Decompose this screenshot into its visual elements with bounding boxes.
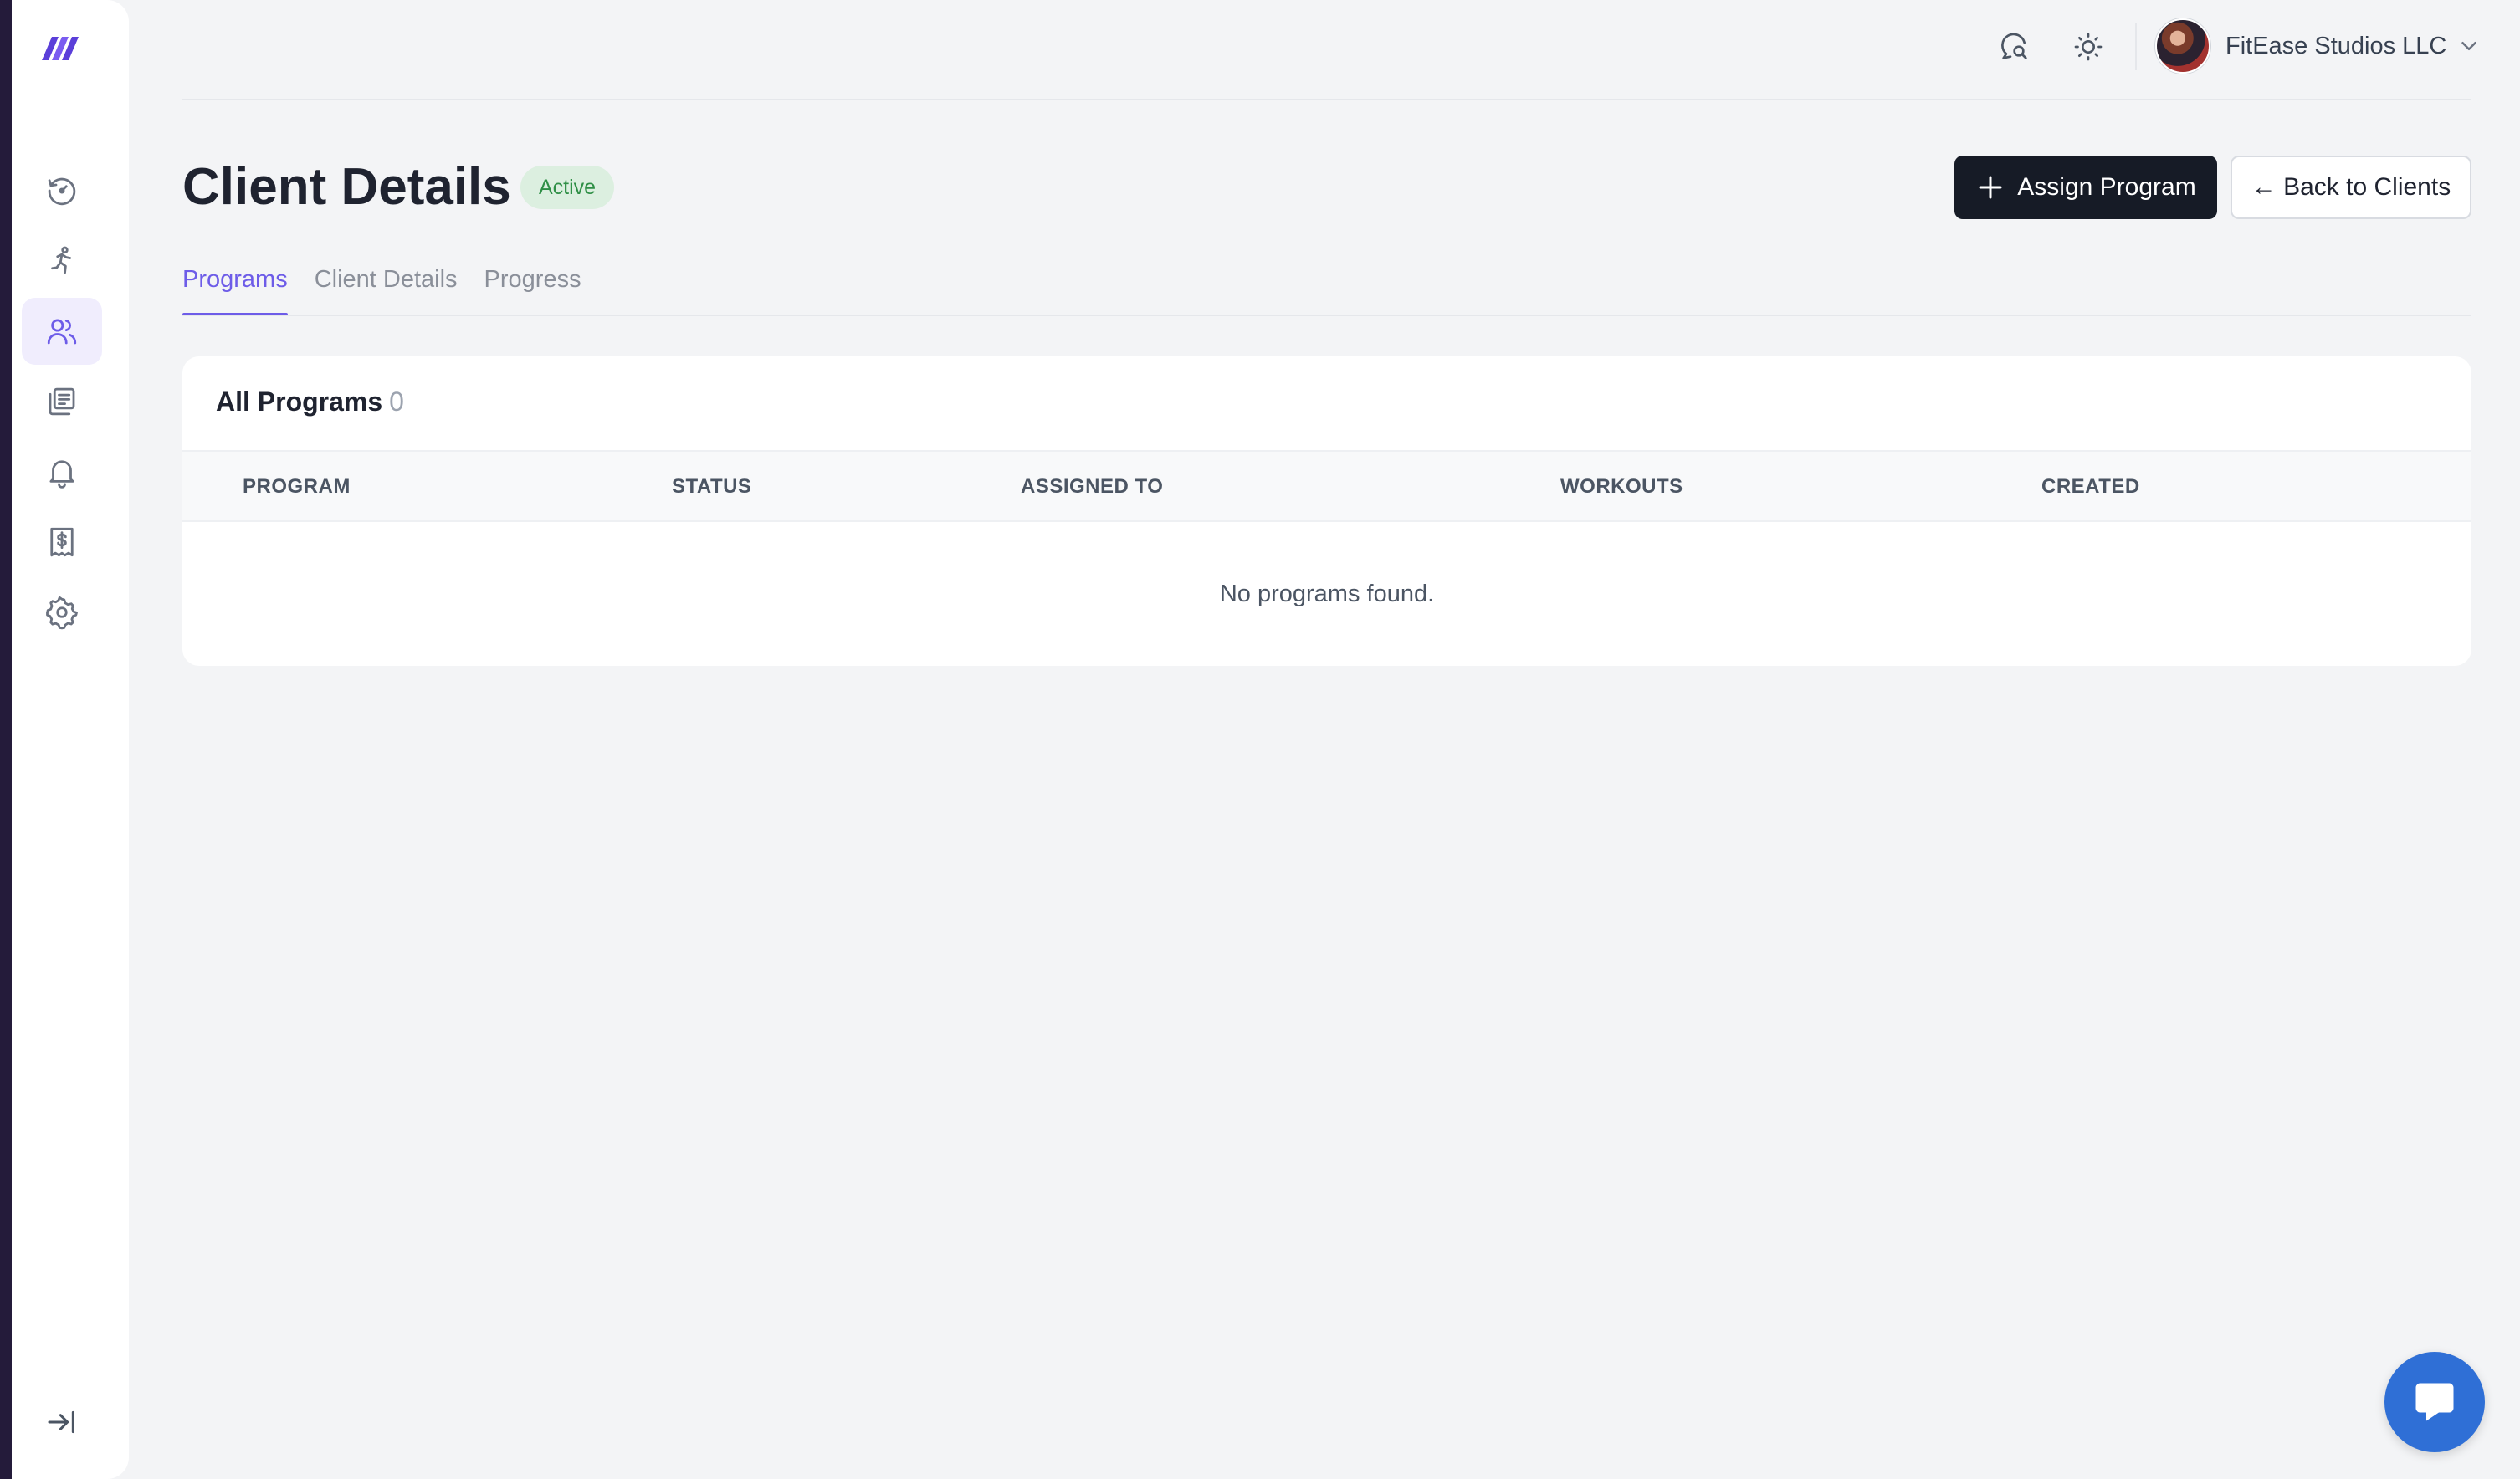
gear-icon <box>46 596 78 630</box>
chat-icon <box>2415 1383 2454 1421</box>
running-person-icon <box>51 246 72 274</box>
column-header-workouts[interactable]: WORKOUTS <box>1560 452 1683 522</box>
tab-progress[interactable]: Progress <box>484 261 581 316</box>
search-chat-icon <box>2001 33 2027 59</box>
avatar <box>2155 18 2210 74</box>
column-header-assigned-to[interactable]: ASSIGNED TO <box>1021 452 1163 522</box>
receipt-dollar-icon <box>50 527 74 557</box>
programs-card: All Programs 0 PROGRAM STATUS ASSIGNED TO… <box>182 356 2471 666</box>
page-title: Client Details <box>182 158 511 216</box>
chevron-down-icon <box>2461 42 2477 50</box>
tabs-divider <box>182 315 2471 316</box>
column-header-program[interactable]: PROGRAM <box>243 452 351 522</box>
expand-sidebar-icon <box>48 1410 74 1434</box>
card-title: All Programs 0 <box>216 386 404 417</box>
sidebar <box>12 0 129 1479</box>
sidebar-item-notifications[interactable] <box>22 438 102 505</box>
gauge-history-icon <box>48 177 76 206</box>
status-badge: Active <box>520 166 615 209</box>
sidebar-item-settings[interactable] <box>22 579 102 646</box>
users-icon <box>47 319 77 345</box>
tab-client-details[interactable]: Client Details <box>315 261 458 316</box>
theme-toggle-button[interactable] <box>2068 27 2108 67</box>
search-chat-button[interactable] <box>1995 27 2035 67</box>
account-menu[interactable]: FitEase Studios LLC <box>2155 18 2482 74</box>
tab-bar: Programs Client Details Progress <box>182 261 581 316</box>
topbar-divider-line <box>182 99 2471 100</box>
back-to-clients-button[interactable]: ← Back to Clients <box>2231 156 2471 219</box>
assign-program-label: Assign Program <box>2017 173 2196 201</box>
sidebar-item-dashboard[interactable] <box>22 157 102 224</box>
topbar-divider <box>2135 23 2137 70</box>
library-icon <box>49 387 75 416</box>
card-title-text: All Programs <box>216 386 383 417</box>
sidebar-item-workouts[interactable] <box>22 228 102 294</box>
column-header-status[interactable]: STATUS <box>672 452 751 522</box>
sidebar-item-programs[interactable] <box>22 368 102 435</box>
bell-icon <box>49 460 74 489</box>
empty-state-message: No programs found. <box>1219 581 1435 607</box>
collapse-sidebar-button[interactable] <box>42 1402 82 1442</box>
chat-launcher-button[interactable] <box>2384 1352 2485 1452</box>
account-name: FitEase Studios LLC <box>2225 32 2447 59</box>
brand-logo[interactable] <box>37 25 84 65</box>
table-header: PROGRAM STATUS ASSIGNED TO WORKOUTS CREA… <box>182 450 2471 522</box>
sidebar-item-billing[interactable] <box>22 509 102 576</box>
program-count: 0 <box>389 386 404 417</box>
tab-programs[interactable]: Programs <box>182 261 288 316</box>
sidebar-item-clients[interactable] <box>22 298 102 365</box>
plus-icon <box>1979 176 2002 199</box>
back-to-clients-label: ← Back to Clients <box>2251 173 2451 201</box>
assign-program-button[interactable]: Assign Program <box>1954 156 2217 219</box>
sun-icon <box>2074 33 2103 61</box>
column-header-created[interactable]: CREATED <box>2041 452 2140 522</box>
window-edge <box>0 0 12 1479</box>
